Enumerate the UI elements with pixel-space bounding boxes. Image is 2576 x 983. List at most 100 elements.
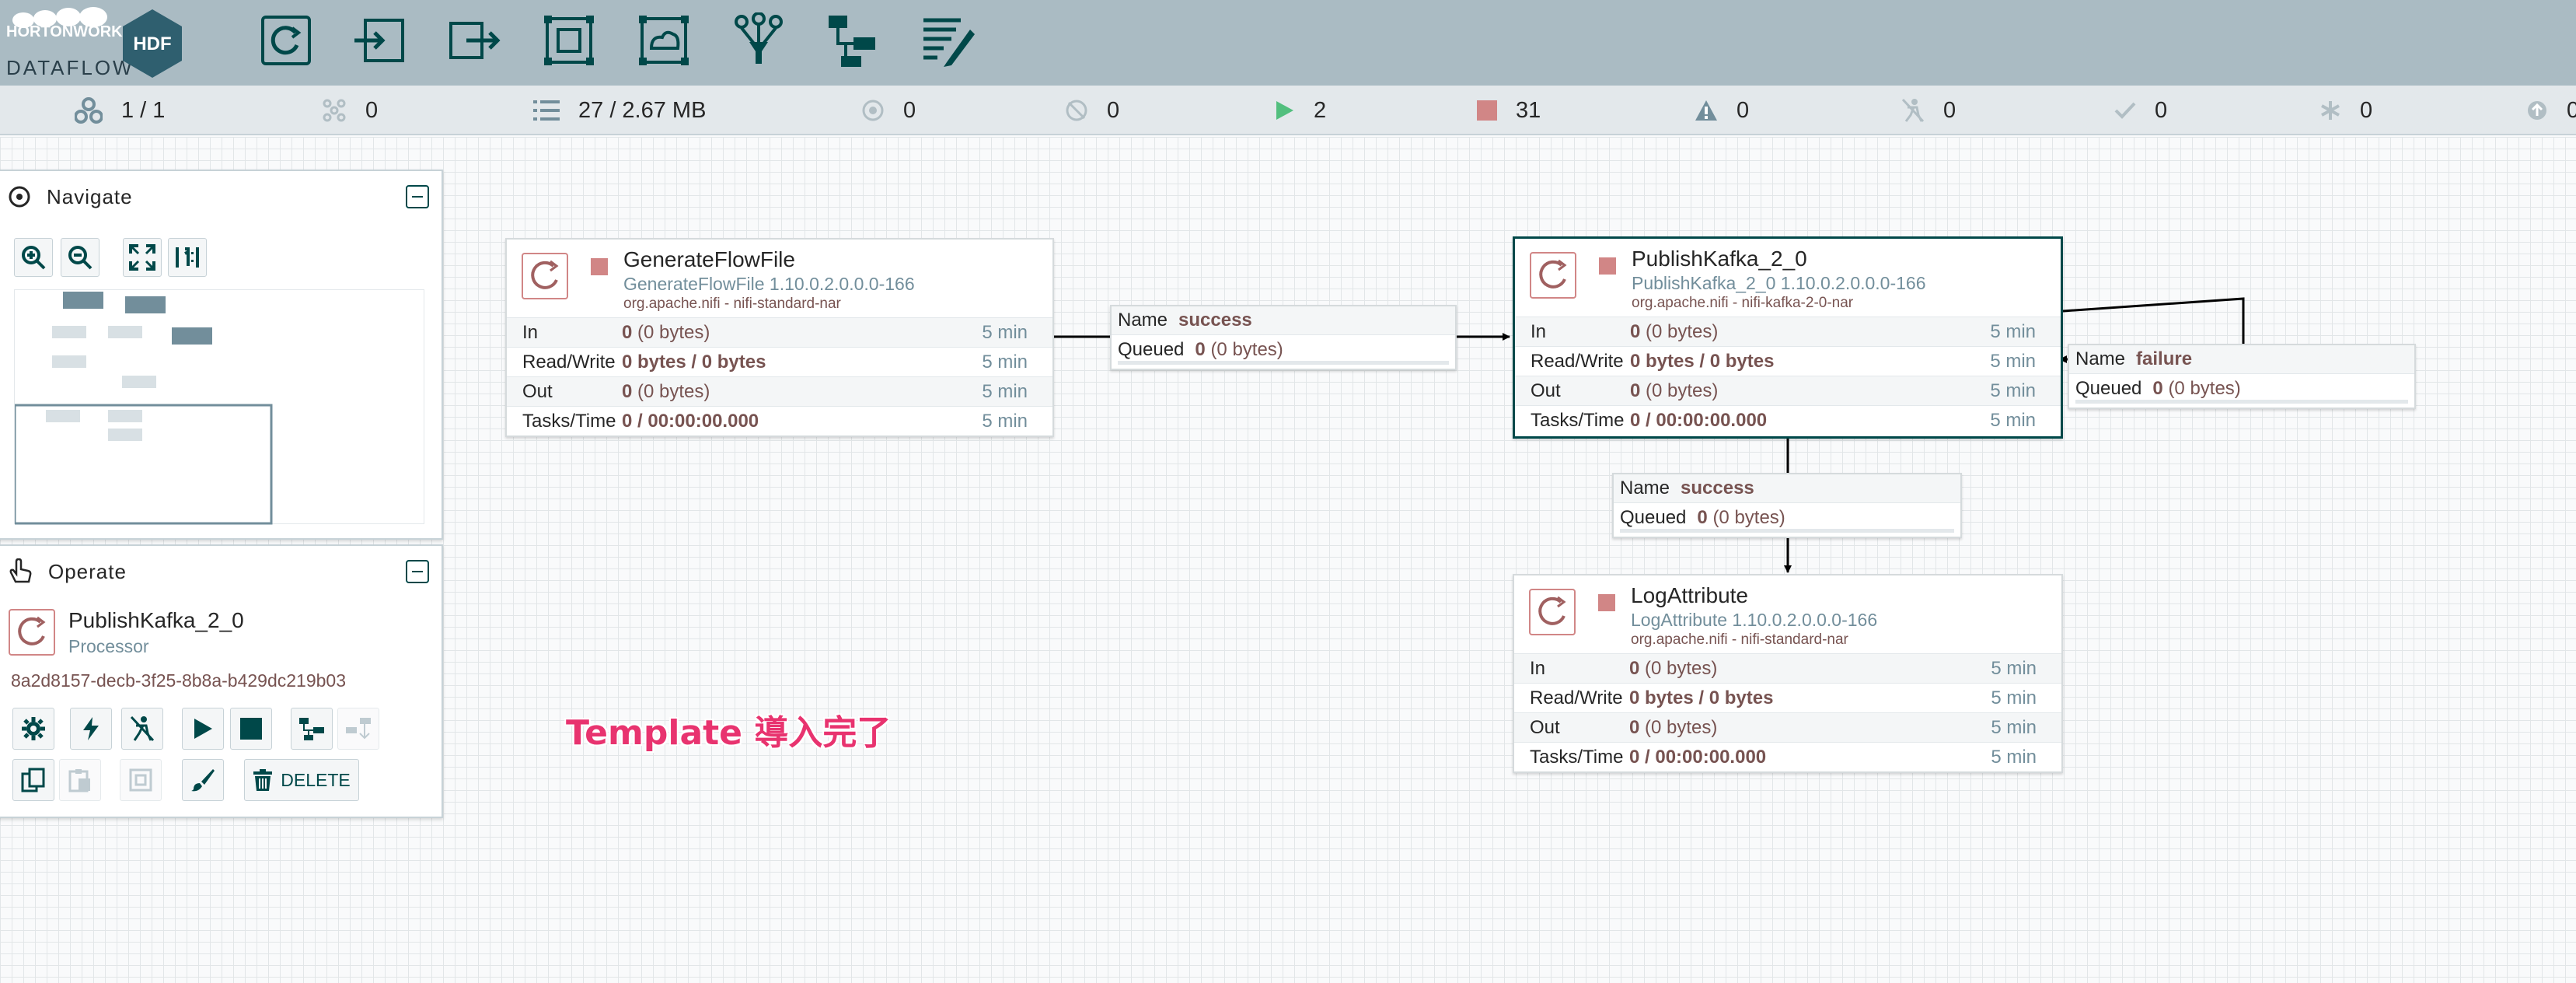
upload-template-button[interactable]: [337, 708, 379, 750]
row-label: In: [1530, 657, 1546, 679]
stat-row-readwrite: Read/Write 0 bytes / 0 bytes 5 min: [507, 347, 1052, 376]
stat-row-out: Out 0 (0 bytes) 5 min: [507, 376, 1052, 406]
processor-bundle: org.apache.nifi - nifi-standard-nar: [1631, 631, 1848, 648]
enable-button[interactable]: [70, 708, 112, 750]
window: 5 min: [1990, 350, 2036, 372]
group-button[interactable]: [120, 759, 162, 801]
copy-button[interactable]: [12, 759, 54, 801]
stat-row-in: In 0 (0 bytes) 5 min: [1515, 317, 2061, 346]
processor-name: PublishKafka_2_0: [1632, 247, 1807, 271]
lightning-icon: [83, 717, 99, 740]
zoom-in-button[interactable]: [14, 238, 53, 277]
window: 5 min: [1991, 657, 2037, 679]
selected-component-name: PublishKafka_2_0: [68, 608, 244, 632]
row-label: Tasks/Time: [1530, 746, 1624, 768]
window: 5 min: [1991, 687, 2037, 708]
actual-size-icon: [176, 247, 199, 268]
stat-row-tasks: Tasks/Time 0 / 00:00:00.000 5 min: [507, 406, 1052, 436]
queue-progress-bar: [1620, 529, 1954, 533]
navigate-header[interactable]: Navigate: [0, 171, 442, 222]
zoom-out-button[interactable]: [61, 238, 99, 277]
start-button[interactable]: [182, 708, 224, 750]
rw-value: 0 bytes / 0 bytes: [1629, 687, 1774, 708]
connection-name-row: Name success: [1112, 306, 1455, 335]
out-sub: (0 bytes): [1646, 380, 1719, 401]
out-value: 0: [1630, 380, 1641, 401]
queued-size: (0 bytes): [1712, 506, 1785, 528]
row-label: Read/Write: [1531, 350, 1624, 372]
stat-row-out: Out 0 (0 bytes) 5 min: [1515, 376, 2061, 405]
template-imported-annotation: Template 導入完了: [566, 713, 892, 753]
operate-header[interactable]: Operate: [0, 546, 442, 597]
selected-component-id: 8a2d8157-decb-3f25-8b8a-b429dc219b03: [11, 670, 346, 691]
connection-line-failure-a: [2062, 297, 2245, 347]
in-value: 0: [1629, 657, 1640, 679]
processor-logattribute[interactable]: LogAttribute LogAttribute 1.10.0.2.0.0.0…: [1513, 574, 2063, 773]
stat-row-readwrite: Read/Write 0 bytes / 0 bytes 5 min: [1514, 683, 2061, 712]
out-sub: (0 bytes): [1645, 716, 1718, 738]
zoom-out-icon: [68, 246, 92, 270]
processor-type: LogAttribute 1.10.0.2.0.0.0-166: [1631, 610, 1878, 630]
birdseye-viewport: [13, 404, 273, 525]
stat-row-tasks: Tasks/Time 0 / 00:00:00.000 5 min: [1515, 405, 2061, 435]
processor-icon: [9, 609, 55, 656]
stop-button[interactable]: [230, 708, 272, 750]
disable-button[interactable]: [121, 708, 163, 750]
birdseye-map: [13, 292, 273, 525]
navigate-title: Navigate: [47, 184, 133, 208]
window: 5 min: [982, 351, 1028, 373]
fit-button[interactable]: [123, 238, 162, 277]
window: 5 min: [982, 321, 1028, 343]
window: 5 min: [1990, 409, 2036, 431]
navigate-panel: Navigate: [0, 170, 443, 540]
connection-success-generate-publish[interactable]: Name success Queued 0 (0 bytes): [1110, 305, 1457, 370]
operate-title: Operate: [48, 559, 127, 583]
navigate-collapse-button[interactable]: [406, 185, 429, 208]
stop-icon: [240, 718, 262, 740]
window: 5 min: [1990, 380, 2036, 401]
processor-bundle: org.apache.nifi - nifi-kafka-2-0-nar: [1632, 295, 1854, 311]
stat-row-readwrite: Read/Write 0 bytes / 0 bytes 5 min: [1515, 346, 2061, 376]
processor-publishkafka[interactable]: PublishKafka_2_0 PublishKafka_2_0 1.10.0…: [1513, 236, 2063, 439]
operate-collapse-button[interactable]: [406, 560, 429, 583]
compass-icon: [9, 186, 30, 208]
processor-type: PublishKafka_2_0 1.10.0.2.0.0.0-166: [1632, 273, 1926, 293]
play-icon: [194, 719, 212, 739]
row-label: Read/Write: [522, 351, 616, 373]
row-label: Tasks/Time: [1531, 409, 1625, 431]
row-label: Tasks/Time: [522, 410, 616, 432]
connection-name: failure: [2136, 348, 2193, 369]
out-value: 0: [1629, 716, 1640, 738]
tasks-value: 0 / 00:00:00.000: [1630, 409, 1768, 431]
in-sub: (0 bytes): [1645, 657, 1718, 679]
out-value: 0: [622, 380, 633, 402]
window: 5 min: [1990, 320, 2036, 342]
connection-success-publish-log[interactable]: Name success Queued 0 (0 bytes): [1612, 473, 1962, 538]
row-label: In: [522, 321, 539, 343]
row-label: Out: [522, 380, 553, 402]
connection-name: success: [1178, 310, 1252, 331]
create-template-button[interactable]: [291, 708, 333, 750]
row-label: Out: [1531, 380, 1561, 401]
connection-failure-publish-self[interactable]: Name failure Queued 0 (0 bytes): [2068, 344, 2416, 409]
queue-progress-bar: [2075, 400, 2408, 404]
actual-size-button[interactable]: [168, 238, 207, 277]
out-sub: (0 bytes): [637, 380, 710, 402]
queued-size: (0 bytes): [1210, 338, 1283, 360]
processor-bundle: org.apache.nifi - nifi-standard-nar: [623, 296, 841, 312]
template-icon: [299, 718, 324, 740]
row-label: Read/Write: [1530, 687, 1623, 708]
in-sub: (0 bytes): [637, 321, 710, 343]
paste-button[interactable]: [59, 759, 101, 801]
configure-button[interactable]: [12, 708, 54, 750]
change-color-button[interactable]: [182, 759, 224, 801]
delete-button[interactable]: DELETE: [244, 759, 359, 801]
in-sub: (0 bytes): [1646, 320, 1719, 342]
zoom-in-icon: [22, 246, 46, 270]
birdseye-view[interactable]: [13, 289, 424, 525]
row-label: Out: [1530, 716, 1560, 738]
selected-component-type: Processor: [68, 636, 149, 656]
processor-generateflowfile[interactable]: GenerateFlowFile GenerateFlowFile 1.10.0…: [505, 238, 1054, 437]
in-value: 0: [1630, 320, 1641, 342]
fit-screen-icon: [129, 244, 155, 271]
